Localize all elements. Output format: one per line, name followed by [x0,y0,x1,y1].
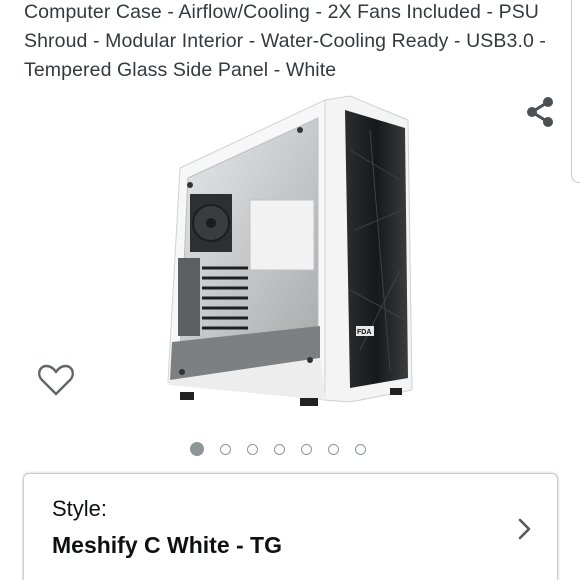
share-icon [527,97,553,127]
carousel-dot[interactable] [220,443,231,455]
product-title: Computer Case - Airflow/Cooling - 2X Fan… [24,1,547,81]
product-page: Computer Case - Airflow/Cooling - 2X Fan… [0,0,580,580]
carousel-dot[interactable] [190,442,204,456]
style-value: Meshify C White - TG [52,532,282,558]
logo-text: FDA [357,329,371,336]
carousel-dot[interactable] [355,443,366,455]
carousel-dot[interactable] [247,443,258,455]
product-image[interactable]: FDA [150,90,430,415]
carousel-dot[interactable] [328,443,339,455]
add-to-wishlist-button[interactable] [34,358,78,402]
carousel-dot[interactable] [301,443,312,455]
share-button[interactable] [520,92,560,132]
style-selector[interactable]: Style: Meshify C White - TG [23,473,558,580]
style-label: Style: [52,496,108,521]
carousel-dot[interactable] [274,443,285,455]
image-carousel-indicator [190,440,366,458]
heart-outline-icon [38,364,74,396]
scrollbar [571,0,580,183]
chevron-right-icon [518,518,531,540]
